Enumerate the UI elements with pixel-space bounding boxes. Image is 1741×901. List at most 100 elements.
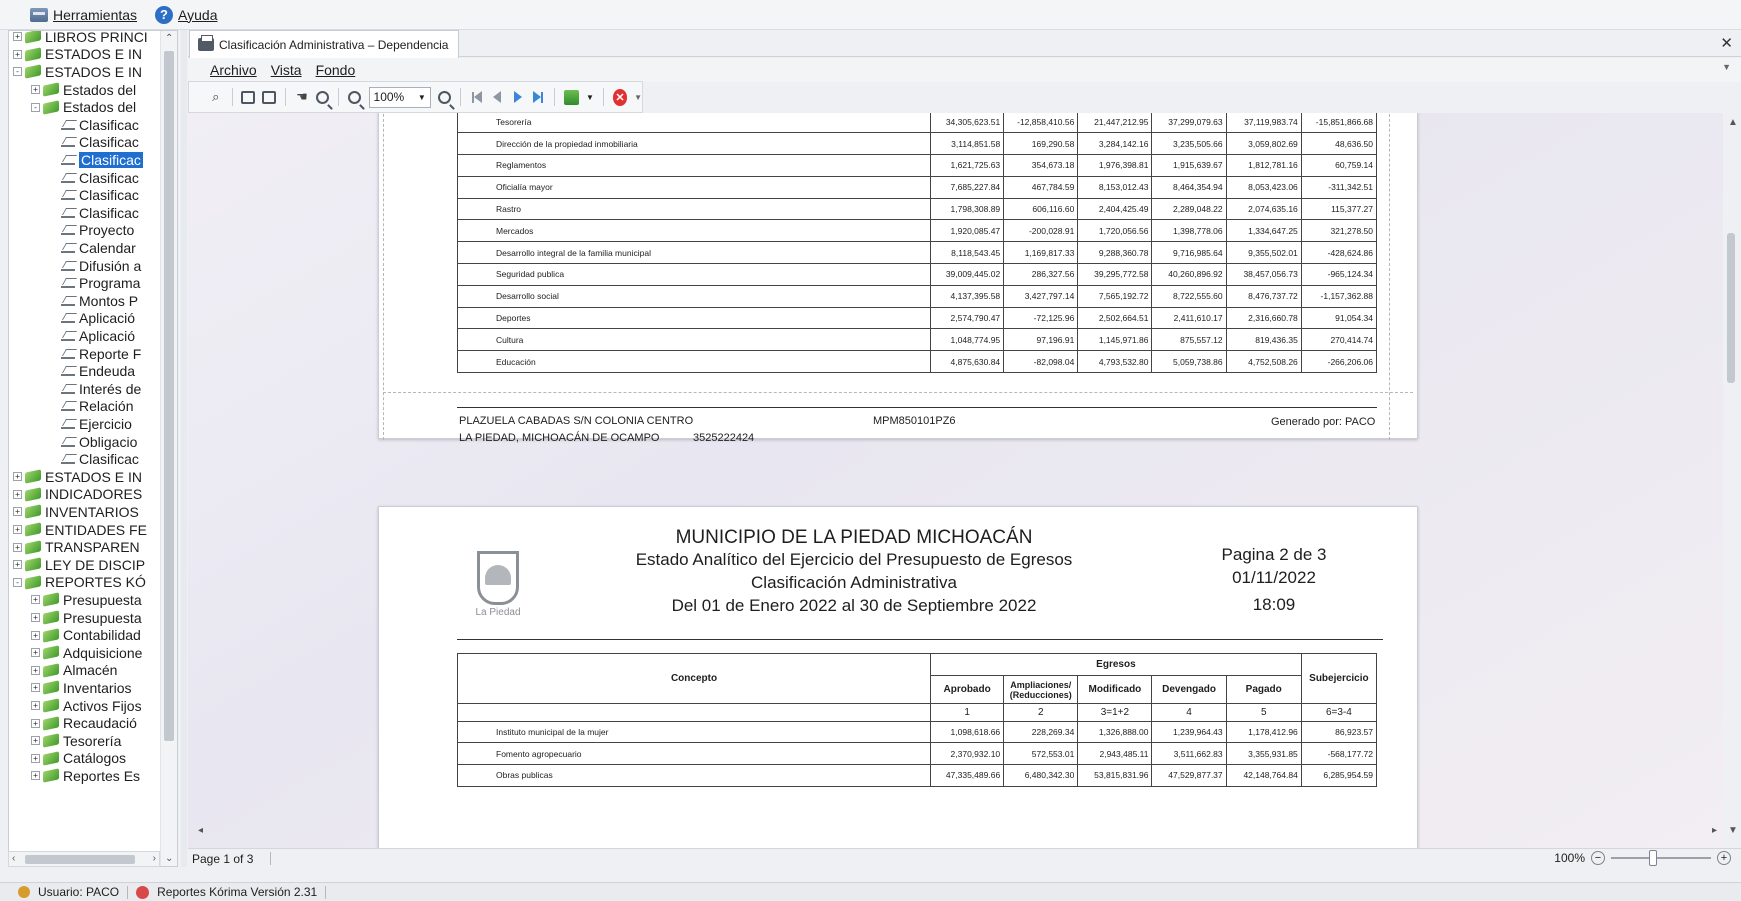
value-cell: 37,119,983.74 bbox=[1226, 113, 1302, 134]
app-logo-icon bbox=[136, 885, 150, 899]
value-cell: 3,059,802.69 bbox=[1226, 132, 1302, 156]
value-cell: 47,529,877.37 bbox=[1151, 764, 1227, 787]
chevron-down-icon[interactable]: ▼ bbox=[1722, 62, 1731, 72]
scroll-up-icon[interactable]: ⌃ bbox=[165, 33, 173, 44]
expand-icon[interactable]: + bbox=[13, 472, 22, 482]
expand-icon[interactable]: + bbox=[31, 613, 40, 623]
expand-icon[interactable]: + bbox=[13, 507, 22, 517]
scroll-right-icon[interactable]: ▸ bbox=[1712, 825, 1717, 836]
report-page-2: La Piedad MUNICIPIO DE LA PIEDAD MICHOAC… bbox=[378, 506, 1418, 858]
value-cell: -311,342.51 bbox=[1301, 176, 1378, 199]
tree-hscroll-thumb[interactable] bbox=[25, 855, 135, 864]
collapse-icon[interactable]: - bbox=[31, 102, 40, 112]
expand-icon[interactable]: + bbox=[13, 525, 22, 535]
zoom-slider[interactable] bbox=[1611, 850, 1711, 866]
close-icon[interactable]: ✕ bbox=[1720, 34, 1733, 52]
toolbar-overflow-icon[interactable]: ▼ bbox=[634, 93, 642, 102]
hand-tool-icon[interactable]: ☚ bbox=[295, 89, 309, 105]
previous-page-icon[interactable] bbox=[491, 89, 505, 105]
expand-icon[interactable]: + bbox=[31, 648, 40, 658]
export-icon[interactable] bbox=[564, 89, 580, 105]
collapse-icon[interactable]: - bbox=[13, 67, 22, 77]
zoom-in-button[interactable]: + bbox=[1717, 851, 1731, 865]
export-dropdown-icon[interactable]: ▼ bbox=[586, 93, 594, 102]
menu-file[interactable]: Archivo bbox=[210, 62, 257, 78]
expand-icon[interactable]: + bbox=[31, 753, 40, 763]
expand-icon[interactable]: + bbox=[31, 630, 40, 640]
scroll-down-icon[interactable]: ▼ bbox=[1728, 825, 1738, 836]
report-preview[interactable]: Tesorería 34,305,623.51 -12,858,410.56 21,4… bbox=[188, 113, 1741, 858]
last-page-icon[interactable] bbox=[532, 89, 546, 105]
page-margin-line bbox=[383, 113, 384, 440]
menu-view[interactable]: Vista bbox=[271, 62, 302, 78]
folder-book-icon bbox=[25, 487, 41, 502]
toolbar-separator bbox=[231, 88, 233, 106]
table-row: Tesorería 34,305,623.51 -12,858,410.56 21,4… bbox=[456, 113, 1378, 134]
print-setup-icon[interactable] bbox=[241, 89, 256, 105]
value-cell: 6,285,954.59 bbox=[1301, 764, 1378, 787]
scroll-left-icon[interactable]: ‹ bbox=[12, 853, 15, 864]
expand-icon[interactable]: + bbox=[31, 771, 40, 781]
value-cell: 2,370,932.10 bbox=[930, 742, 1005, 766]
menu-background[interactable]: Fondo bbox=[316, 62, 356, 78]
report-icon bbox=[61, 384, 75, 394]
expand-icon[interactable]: + bbox=[13, 542, 22, 552]
tree-scroll-thumb[interactable] bbox=[164, 51, 174, 741]
value-cell: -72,125.96 bbox=[1003, 307, 1079, 330]
page2-data-table: Instituto municipal de la mujer 1,098,618… bbox=[456, 721, 1378, 787]
zoom-slider-knob[interactable] bbox=[1649, 850, 1657, 866]
menu-help[interactable]: ? Ayuda bbox=[155, 5, 217, 24]
expand-icon[interactable]: + bbox=[31, 85, 40, 95]
zoom-in-icon[interactable] bbox=[438, 89, 452, 105]
find-icon[interactable]: ⌕ bbox=[209, 89, 223, 105]
tree-item-label: Clasificac bbox=[79, 169, 139, 186]
expand-icon[interactable]: + bbox=[13, 49, 22, 59]
collapse-icon[interactable]: - bbox=[13, 577, 22, 587]
zoom-out-icon[interactable] bbox=[348, 89, 362, 105]
report-icon bbox=[61, 331, 75, 341]
tree-item-label: Catálogos bbox=[63, 750, 127, 767]
print-icon[interactable] bbox=[262, 89, 277, 105]
expand-icon[interactable]: + bbox=[13, 560, 22, 570]
value-cell: 21,447,212.95 bbox=[1077, 113, 1153, 134]
tab-report[interactable]: Clasificación Administrativa – Dependenc… bbox=[189, 30, 460, 58]
tree-horizontal-scrollbar[interactable]: ‹ › bbox=[8, 851, 160, 867]
report-period: Del 01 de Enero 2022 al 30 de Septiembre… bbox=[671, 596, 1037, 615]
expand-icon[interactable]: + bbox=[31, 595, 40, 605]
panel-splitter[interactable] bbox=[181, 30, 187, 867]
report-icon bbox=[61, 454, 75, 465]
preview-vertical-scrollbar[interactable]: ▲ ▼ bbox=[1723, 113, 1741, 858]
tree-item[interactable]: + Reportes Es bbox=[31, 766, 140, 786]
expand-icon[interactable]: + bbox=[13, 489, 22, 499]
next-page-icon[interactable] bbox=[511, 89, 525, 105]
value-cell: 39,295,772.58 bbox=[1077, 263, 1153, 286]
first-page-icon[interactable] bbox=[470, 89, 484, 105]
folder-book-icon bbox=[43, 751, 59, 766]
expand-icon[interactable]: + bbox=[31, 701, 40, 711]
scroll-up-icon[interactable]: ▲ bbox=[1728, 117, 1738, 128]
value-cell: 286,327.56 bbox=[1003, 263, 1079, 286]
menu-tools[interactable]: Herramientas bbox=[30, 7, 137, 23]
value-cell: 3,427,797.14 bbox=[1003, 285, 1079, 308]
report-page-1: Tesorería 34,305,623.51 -12,858,410.56 21,4… bbox=[378, 113, 1418, 444]
scroll-down-icon[interactable]: ⌄ bbox=[165, 853, 173, 864]
value-cell: 572,553.01 bbox=[1003, 742, 1079, 766]
expand-icon[interactable]: + bbox=[31, 665, 40, 675]
tree-item-label: Relación bbox=[79, 398, 134, 415]
zoom-out-button[interactable]: − bbox=[1591, 851, 1605, 865]
expand-icon[interactable]: + bbox=[31, 736, 40, 746]
preview-horizontal-scrollbar[interactable]: ◂ ▸ bbox=[188, 824, 1723, 839]
stop-icon[interactable]: ✕ bbox=[612, 88, 628, 106]
scroll-right-icon[interactable]: › bbox=[153, 853, 156, 864]
expand-icon[interactable]: + bbox=[31, 718, 40, 728]
preview-scroll-thumb[interactable] bbox=[1727, 233, 1735, 383]
value-cell: 467,784.59 bbox=[1003, 176, 1079, 199]
magnifier-icon[interactable] bbox=[315, 89, 330, 105]
zoom-select[interactable]: 100% ▼ bbox=[368, 86, 431, 108]
tree-vertical-scrollbar[interactable]: ⌃ ⌄ bbox=[160, 31, 177, 866]
expand-icon[interactable]: + bbox=[31, 683, 40, 693]
expand-icon[interactable]: + bbox=[13, 32, 22, 42]
table-row: Educación 4,875,630.84 -82,098.04 4,793,532… bbox=[456, 350, 1378, 374]
scroll-left-icon[interactable]: ◂ bbox=[198, 825, 203, 836]
tree-item-label: LIBROS PRINCI bbox=[45, 31, 148, 45]
